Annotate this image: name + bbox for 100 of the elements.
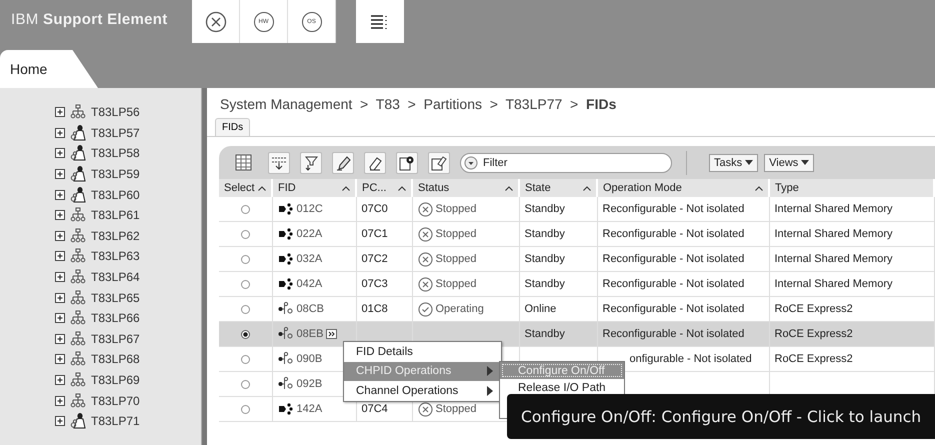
home-tab[interactable]: Home <box>0 50 98 88</box>
caret-icon <box>745 160 754 166</box>
fid-cell[interactable]: 022A <box>296 228 322 240</box>
table-cell: 01C8 <box>362 303 388 315</box>
network-icon <box>70 392 86 409</box>
table-cell: Internal Shared Memory <box>774 253 892 265</box>
tree-item[interactable]: T83LP61 <box>91 208 140 222</box>
expand-icon[interactable] <box>55 396 65 406</box>
tree-item[interactable]: T83LP68 <box>91 352 140 366</box>
column-header[interactable]: Operation Mode <box>597 179 769 197</box>
erase-button[interactable] <box>364 152 386 174</box>
app-title: IBM Support Element <box>10 10 169 30</box>
expand-icon[interactable] <box>55 107 65 118</box>
stop-tile[interactable] <box>192 0 240 43</box>
tree-item[interactable]: T83LP66 <box>91 311 140 326</box>
fid-cell[interactable]: 08CB <box>296 303 324 315</box>
expand-icon[interactable] <box>55 313 65 324</box>
menu-item[interactable]: Release I/O Path <box>500 379 624 396</box>
sort-icon <box>342 186 350 190</box>
radio-button[interactable] <box>240 404 250 414</box>
edit-button[interactable] <box>332 152 354 174</box>
expand-rows-button[interactable] <box>268 152 290 174</box>
tree-item[interactable]: T83LP62 <box>91 228 140 243</box>
tooltip: Configure On/Off: Configure On/Off - Click to launch <box>507 394 935 439</box>
expand-icon[interactable] <box>55 169 65 180</box>
column-header[interactable]: Select <box>219 179 272 197</box>
table-icon[interactable] <box>235 154 253 172</box>
radio-button[interactable] <box>240 304 250 314</box>
tree-item[interactable]: T83LP64 <box>91 270 140 284</box>
expand-icon[interactable] <box>55 375 65 386</box>
tree-item[interactable]: T83LP60 <box>91 188 140 202</box>
radio-button[interactable] <box>240 230 250 239</box>
settings-button[interactable] <box>396 152 418 174</box>
dropdown-button[interactable]: Tasks <box>709 154 758 172</box>
column-header[interactable]: PC... <box>356 179 412 197</box>
fid-cell[interactable]: 092B <box>296 378 322 390</box>
radio-button[interactable] <box>240 354 250 364</box>
network-icon <box>70 248 86 264</box>
expand-icon[interactable] <box>55 354 65 364</box>
tree-item[interactable]: T83LP63 <box>91 249 140 264</box>
expand-icon[interactable] <box>55 190 65 200</box>
fid-cell[interactable]: 012C <box>296 203 323 215</box>
menu-item[interactable]: FID Details <box>344 342 501 362</box>
filter-field[interactable]: Filter <box>460 152 672 172</box>
network-icon <box>70 310 86 326</box>
fid-cell[interactable]: 142A <box>296 403 322 415</box>
tree-item[interactable]: T83LP57 <box>91 126 140 140</box>
fids-tab[interactable]: FIDs <box>215 118 250 136</box>
radio-button[interactable] <box>240 280 250 289</box>
status-text: Stopped <box>436 253 476 265</box>
fid-cell[interactable]: 090B <box>296 353 322 365</box>
table-cell: Reconfigurable - Not isolated <box>602 303 744 315</box>
stopped-icon <box>418 226 432 242</box>
tree-item[interactable]: T83LP58 <box>91 146 140 160</box>
column-header[interactable]: FID <box>272 179 356 197</box>
table-cell: RoCE Express2 <box>774 353 853 365</box>
menu-trigger-icon[interactable] <box>326 329 338 339</box>
expand-icon[interactable] <box>55 334 65 344</box>
fid-cell[interactable]: 042A <box>296 278 322 290</box>
table-cell: 07C2 <box>362 253 388 265</box>
dropdown-button[interactable]: Views <box>764 154 814 172</box>
breadcrumb: System Management > T83 > Partitions > T83LP77 > FIDs <box>219 95 618 114</box>
table-cell: Internal Shared Memory <box>774 278 892 290</box>
menu-icon <box>371 14 389 30</box>
tree-item[interactable]: T83LP65 <box>91 290 140 305</box>
menu-item[interactable]: Channel Operations <box>344 381 501 400</box>
table-cell: Internal Shared Memory <box>774 228 892 240</box>
column-header[interactable]: Status <box>412 179 519 197</box>
radio-button[interactable] <box>240 204 250 214</box>
tree-item[interactable]: T83LP59 <box>91 167 140 182</box>
expand-icon[interactable] <box>55 292 65 303</box>
expand-icon[interactable] <box>55 148 65 158</box>
network-icon <box>70 372 86 388</box>
column-header[interactable]: State <box>519 179 597 197</box>
table-cell: 07C0 <box>362 203 388 215</box>
radio-button[interactable] <box>240 380 250 389</box>
caret-icon <box>801 160 810 166</box>
menu-tile[interactable] <box>356 0 404 43</box>
tree-item[interactable]: T83LP71 <box>91 414 140 428</box>
radio-button[interactable] <box>240 254 250 264</box>
radio-button[interactable] <box>240 330 250 339</box>
configure-button[interactable] <box>428 152 450 174</box>
expand-icon[interactable] <box>55 128 65 138</box>
fid-cell[interactable]: 032A <box>296 253 322 265</box>
expand-filter-button[interactable] <box>300 152 322 174</box>
expand-icon[interactable] <box>55 416 65 426</box>
expand-icon[interactable] <box>55 272 65 282</box>
tree-item[interactable]: T83LP56 <box>91 105 140 120</box>
tree-item[interactable]: T83LP69 <box>91 373 140 388</box>
expand-icon[interactable] <box>55 210 65 220</box>
table-cell: Standby <box>524 203 565 215</box>
table-cell: Reconfigurable - Not isolated <box>602 253 744 265</box>
node-icon <box>278 302 294 316</box>
column-header[interactable]: Type <box>769 179 934 197</box>
tree-item[interactable]: T83LP67 <box>91 332 140 346</box>
tree-item[interactable]: T83LP70 <box>91 394 140 408</box>
fid-cell[interactable]: 08EB <box>296 328 324 340</box>
expand-icon[interactable] <box>55 230 65 241</box>
expand-icon[interactable] <box>55 251 65 262</box>
node-icon <box>278 253 294 265</box>
